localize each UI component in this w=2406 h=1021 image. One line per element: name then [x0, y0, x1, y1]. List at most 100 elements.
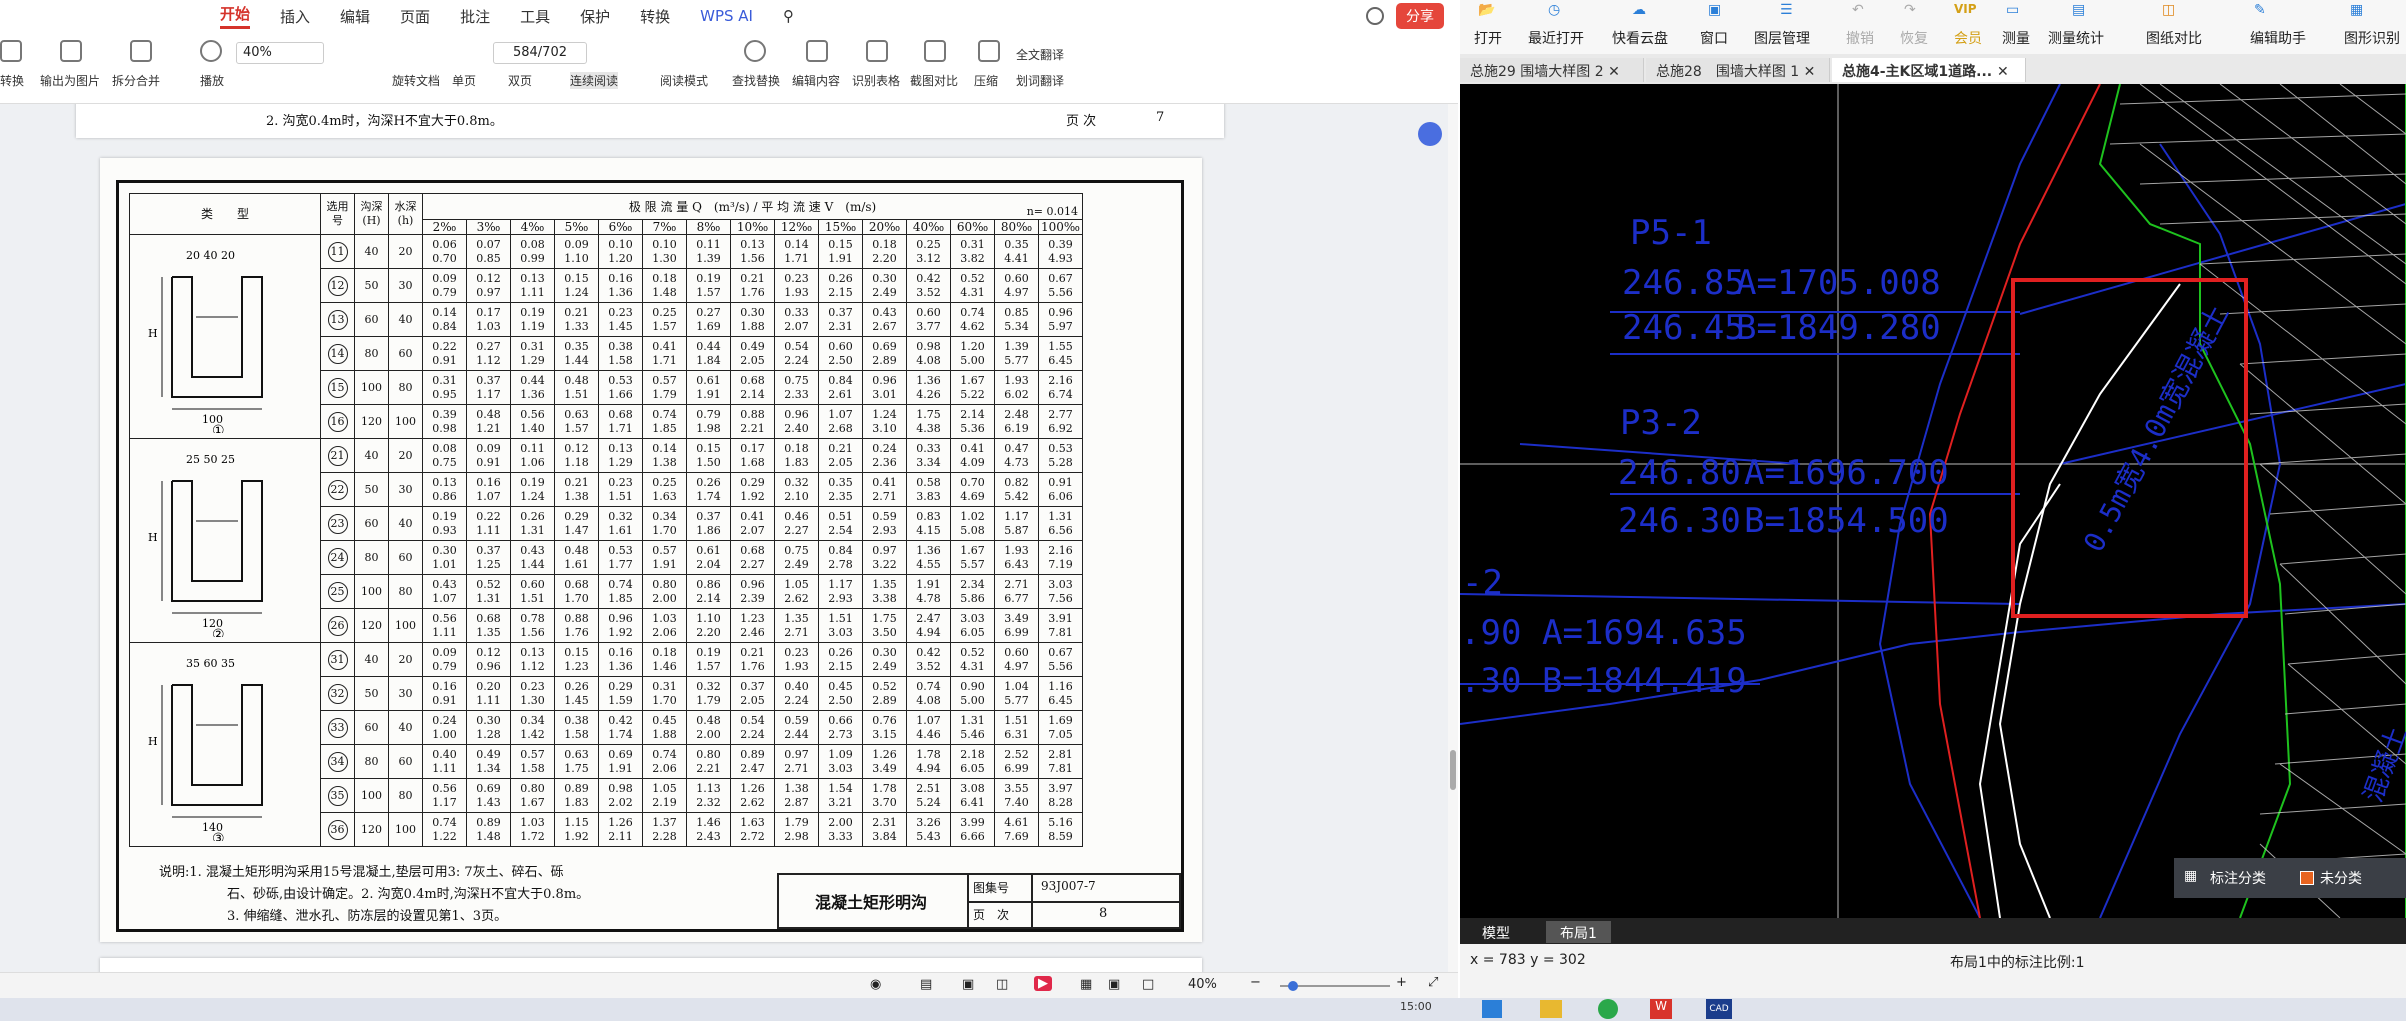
split-merge-button[interactable]: 拆分合并: [112, 72, 160, 89]
play-button[interactable]: 播放: [200, 72, 224, 89]
tab-drawing-4[interactable]: 总施4-主K区域1道路... ✕: [1832, 58, 2026, 82]
edit-helper-icon[interactable]: ✎: [2254, 2, 2276, 24]
tab-model[interactable]: 模型: [1468, 921, 1524, 943]
zoom-slider[interactable]: [1280, 981, 1390, 991]
menu-home[interactable]: 开始: [220, 3, 251, 29]
split-merge-icon[interactable]: [130, 40, 152, 62]
recent-button[interactable]: 最近打开: [1528, 28, 1584, 48]
compare-icon[interactable]: ◫: [2162, 2, 2184, 24]
page-view-icon[interactable]: ▣: [962, 977, 974, 992]
undo-icon[interactable]: ↶: [1852, 2, 1874, 24]
fit-icon[interactable]: ▦: [1080, 977, 1092, 992]
double-page-button[interactable]: 双页: [508, 72, 532, 89]
menu-tools[interactable]: 工具: [520, 6, 550, 27]
compare-button[interactable]: 图纸对比: [2146, 28, 2202, 48]
windows-start-icon[interactable]: [1482, 1000, 1502, 1018]
window-button[interactable]: 窗口: [1700, 28, 1728, 48]
layer-icon[interactable]: ☰: [1780, 2, 1802, 24]
menu-edit[interactable]: 编辑: [340, 6, 370, 27]
fit-width-icon[interactable]: □: [1142, 977, 1154, 992]
screenshot-compare-icon[interactable]: [924, 40, 946, 62]
undo-button[interactable]: 撤销: [1846, 28, 1874, 48]
fullscreen-icon[interactable]: ⤢: [1428, 975, 1438, 990]
browser-icon[interactable]: [1598, 999, 1618, 1019]
shape-recognize-icon[interactable]: ▦: [2350, 2, 2372, 24]
close-icon[interactable]: ✕: [1997, 64, 2009, 80]
play-icon[interactable]: [200, 40, 222, 62]
fit-page-icon[interactable]: ▣: [1108, 977, 1120, 992]
scroll-thumb[interactable]: [1450, 750, 1456, 790]
close-icon[interactable]: ✕: [1804, 64, 1816, 80]
open-button[interactable]: 打开: [1474, 28, 1502, 48]
cad-canvas[interactable]: P5-1 246.85 A=1705.008 246.45 B=1849.280…: [1460, 84, 2406, 918]
status-zoom[interactable]: 40%: [1188, 977, 1217, 992]
edit-helper-button[interactable]: 编辑助手: [2250, 28, 2306, 48]
redo-button[interactable]: 恢复: [1900, 28, 1928, 48]
play-icon[interactable]: ▶: [1034, 976, 1052, 991]
compress-icon[interactable]: [978, 40, 1000, 62]
menu-wps-ai[interactable]: WPS AI: [700, 7, 753, 25]
full-translate-button[interactable]: 全文翻译: [1016, 46, 1064, 63]
ai-assistant-icon[interactable]: [1418, 122, 1442, 146]
measure-icon[interactable]: ▭: [2006, 2, 2028, 24]
tab-layout1[interactable]: 布局1: [1546, 921, 1611, 943]
export-image-icon[interactable]: [60, 40, 82, 62]
convert-icon[interactable]: [0, 40, 22, 62]
measure-button[interactable]: 测量: [2002, 28, 2030, 48]
window-icon[interactable]: ▣: [1708, 2, 1730, 24]
recognize-table-button[interactable]: 识别表格: [852, 72, 900, 89]
zoom-out-icon[interactable]: −: [1250, 975, 1261, 990]
vertical-scrollbar[interactable]: [1448, 104, 1458, 972]
measure-stats-icon[interactable]: ▤: [2072, 2, 2094, 24]
compress-button[interactable]: 压缩: [974, 72, 998, 89]
menu-page[interactable]: 页面: [400, 6, 430, 27]
cad-taskbar-icon[interactable]: CAD: [1706, 999, 1732, 1019]
word-translate-button[interactable]: 划词翻译: [1016, 72, 1064, 89]
search-icon[interactable]: ⚲: [783, 7, 794, 25]
zoom-select[interactable]: 40%: [236, 42, 324, 64]
legend-mark[interactable]: 标注分类: [2210, 868, 2266, 888]
find-replace-button[interactable]: 查找替换: [732, 72, 780, 89]
grid-icon[interactable]: ▦: [2184, 868, 2197, 884]
single-view-icon[interactable]: ▤: [920, 977, 932, 992]
open-icon[interactable]: 📂: [1478, 2, 1500, 24]
redo-icon[interactable]: ↷: [1904, 2, 1926, 24]
recognize-table-icon[interactable]: [866, 40, 888, 62]
screenshot-compare-button[interactable]: 截图对比: [910, 72, 958, 89]
edit-content-button[interactable]: 编辑内容: [792, 72, 840, 89]
share-button[interactable]: 分享: [1396, 3, 1444, 29]
explorer-icon[interactable]: [1540, 1000, 1562, 1018]
edit-content-icon[interactable]: [806, 40, 828, 62]
measure-stats-button[interactable]: 测量统计: [2048, 28, 2104, 48]
vip-icon[interactable]: VIP: [1954, 2, 1977, 24]
eye-icon[interactable]: ◉: [870, 977, 881, 992]
menu-insert[interactable]: 插入: [280, 6, 310, 27]
zoom-in-icon[interactable]: +: [1396, 975, 1407, 990]
close-icon[interactable]: ✕: [1608, 64, 1620, 80]
single-page-button[interactable]: 单页: [452, 72, 476, 89]
read-mode-button[interactable]: 阅读模式: [660, 72, 708, 89]
convert-button[interactable]: 转换: [0, 72, 24, 89]
tab-drawing-28[interactable]: 总施28 围墙大样图 1 ✕: [1646, 58, 1830, 82]
double-view-icon[interactable]: ◫: [996, 977, 1008, 992]
find-icon[interactable]: [744, 40, 766, 62]
export-image-button[interactable]: 输出为图片: [40, 72, 100, 89]
layer-button[interactable]: 图层管理: [1754, 28, 1810, 48]
legend-unclassified[interactable]: 未分类: [2320, 868, 2362, 888]
cloud-button[interactable]: 快看云盘: [1612, 28, 1668, 48]
cloud-icon[interactable]: ☁: [1632, 2, 1654, 24]
tab-drawing-29[interactable]: 总施29 围墙大样图 2 ✕: [1460, 58, 1644, 82]
continuous-read-button[interactable]: 连续阅读: [570, 72, 619, 89]
member-button[interactable]: 会员: [1954, 28, 1982, 48]
wps-taskbar-icon[interactable]: W: [1650, 999, 1672, 1019]
rotate-button[interactable]: 旋转文档: [392, 72, 440, 89]
shape-recognize-button[interactable]: 图形识别: [2344, 28, 2400, 48]
recent-icon[interactable]: ◷: [1548, 2, 1570, 24]
page-number-input[interactable]: 584/702: [493, 42, 587, 64]
menu-annotate[interactable]: 批注: [460, 6, 490, 27]
document-area[interactable]: 2. 沟宽0.4m时，沟深H不宜大于0.8m。 页 次 7 类 型 选用号 沟深…: [0, 104, 1458, 972]
cloud-sync-icon[interactable]: [1366, 7, 1384, 25]
menu-protect[interactable]: 保护: [580, 6, 610, 27]
menu-convert[interactable]: 转换: [640, 6, 670, 27]
selection-box[interactable]: [2011, 278, 2248, 618]
